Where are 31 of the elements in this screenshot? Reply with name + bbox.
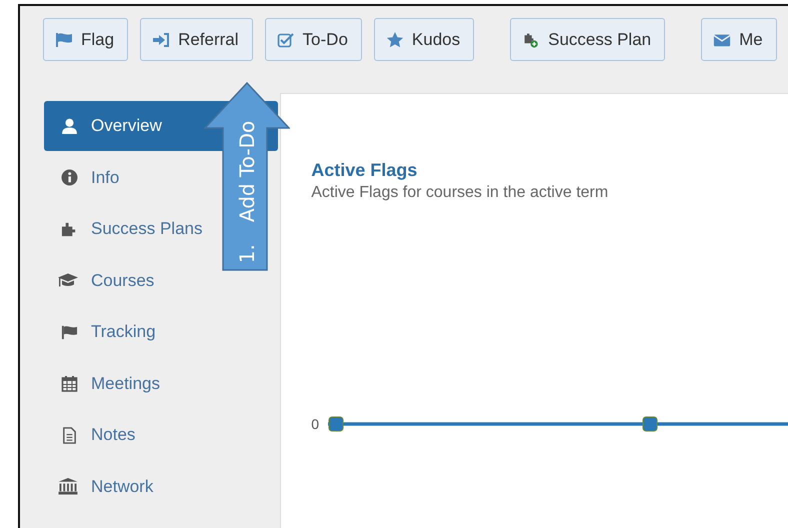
axis-tick-label: 0 [311, 416, 319, 432]
user-icon [61, 118, 78, 134]
toolbar-button[interactable]: Kudos [374, 18, 474, 61]
toolbar-button[interactable]: Success Plan [510, 18, 666, 61]
puzzle-icon [61, 220, 78, 238]
sidebar-item[interactable]: Info [44, 152, 124, 202]
flag-icon [55, 32, 73, 48]
sidebar-item[interactable]: Notes [44, 410, 140, 460]
calendar-icon [61, 375, 78, 392]
panel-subtitle: Active Flags for courses in the active term [311, 184, 610, 202]
puzzle-plus-icon [522, 32, 540, 48]
toolbar-button[interactable]: Me [701, 18, 777, 61]
flag-icon [61, 324, 78, 340]
toolbar-button[interactable]: Referral [140, 18, 253, 61]
sign-in-icon [152, 32, 170, 48]
envelope-icon [713, 32, 732, 48]
info-icon [61, 169, 78, 186]
toolbar-button[interactable]: Flag [43, 18, 128, 61]
sidebar-item[interactable]: Courses [44, 256, 158, 306]
graduation-cap-icon [57, 272, 79, 289]
step-number: 1. [235, 244, 259, 264]
toolbar-button[interactable]: To-Do [264, 18, 362, 61]
checkbox-icon [276, 32, 295, 48]
bank-icon [57, 478, 79, 495]
sidebar-item[interactable]: Network [44, 462, 158, 512]
star-icon [386, 32, 404, 48]
document-icon [61, 426, 78, 444]
sidebar-item[interactable]: Meetings [44, 358, 164, 408]
sidebar-item[interactable]: Tracking [44, 307, 160, 357]
sidebar-item[interactable]: Success Plans [44, 204, 206, 254]
panel-title: Active Flags [311, 160, 418, 181]
